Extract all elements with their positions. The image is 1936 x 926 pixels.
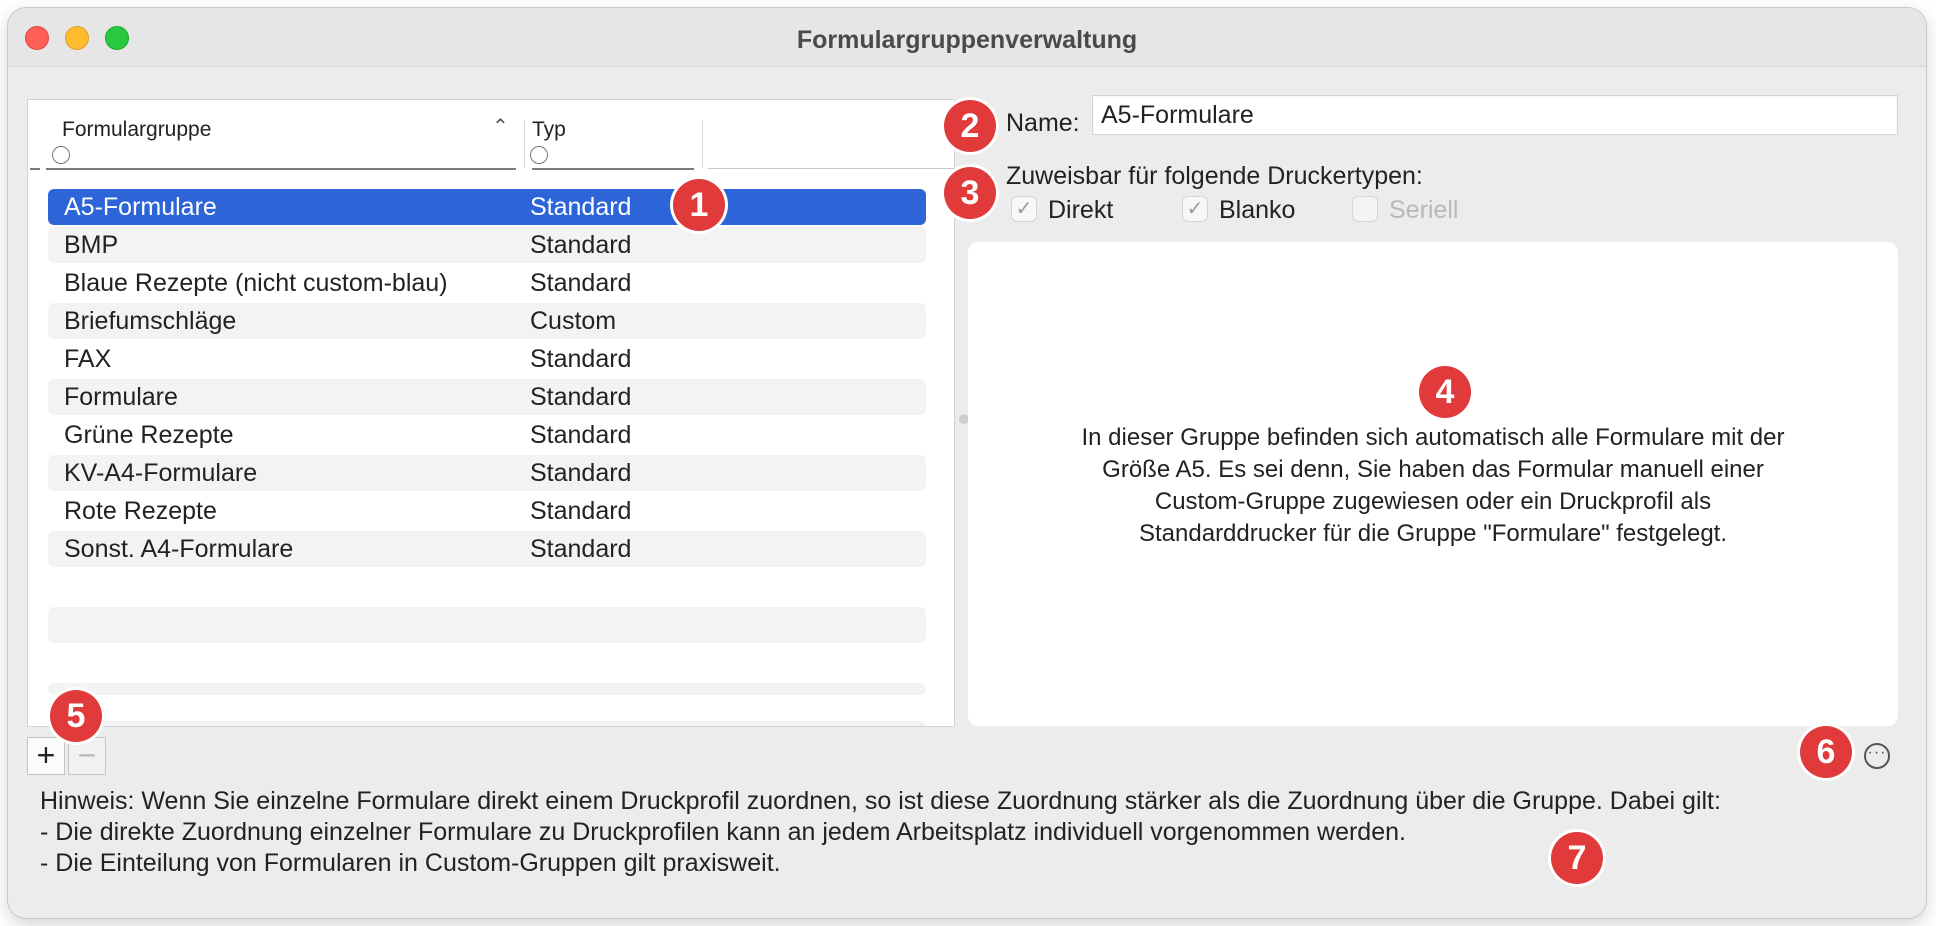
column-underline: [532, 168, 694, 170]
column-header-formulargruppe[interactable]: Formulargruppe ⌃: [46, 100, 516, 168]
column-header-label: Typ: [532, 118, 566, 141]
blanko-checkbox[interactable]: ✓: [1182, 196, 1208, 222]
cell-name: FAX: [64, 345, 112, 373]
cell-name: KV-A4-Formulare: [64, 459, 258, 487]
cell-type: Standard: [530, 345, 632, 373]
seriell-checkbox[interactable]: [1352, 196, 1378, 222]
table-row[interactable]: Grüne Rezepte Standard: [48, 417, 926, 453]
add-button[interactable]: +: [27, 737, 65, 775]
form-group-table: Formulargruppe ⌃ Typ A5-Formulare Standa…: [27, 99, 955, 727]
table-row[interactable]: Formulare Standard: [48, 379, 926, 415]
cell-name: Grüne Rezepte: [64, 421, 234, 449]
direkt-checkbox[interactable]: ✓: [1011, 196, 1037, 222]
cell-type: Standard: [530, 535, 632, 563]
column-underline: [46, 168, 516, 170]
table-row[interactable]: FAX Standard: [48, 341, 926, 377]
cell-name: Sonst. A4-Formulare: [64, 535, 294, 563]
description-line: In dieser Gruppe befinden sich automatis…: [1081, 424, 1785, 451]
callout-badge-5: 5: [50, 690, 102, 742]
description-text: In dieser Gruppe befinden sich automatis…: [1008, 422, 1858, 550]
remove-button[interactable]: −: [68, 737, 106, 775]
cell-type: Standard: [530, 383, 632, 411]
description-panel: In dieser Gruppe befinden sich automatis…: [968, 242, 1898, 726]
titlebar: Formulargruppenverwaltung: [8, 8, 1926, 67]
name-label: Name:: [1006, 109, 1080, 137]
table-row[interactable]: Briefumschläge Custom: [48, 303, 926, 339]
cell-type: Standard: [530, 421, 632, 449]
callout-badge-2: 2: [944, 100, 996, 152]
cell-type: Standard: [530, 193, 632, 221]
column-underline: [30, 168, 40, 170]
callout-badge-3: 3: [944, 167, 996, 219]
cell-name: BMP: [64, 231, 119, 259]
column-underline: [708, 168, 954, 169]
cell-type: Standard: [530, 497, 632, 525]
column-header-label: Formulargruppe: [62, 118, 212, 141]
checkmark-icon: ✓: [1015, 198, 1033, 220]
table-row-empty: [48, 607, 926, 643]
description-line: Standarddrucker für die Gruppe "Formular…: [1139, 520, 1727, 547]
description-line: Custom-Gruppe zugewiesen oder ein Druckp…: [1154, 488, 1712, 515]
printer-types-label: Zuweisbar für folgende Druckertypen:: [1006, 162, 1423, 190]
direkt-checkbox-label: Direkt: [1048, 196, 1114, 224]
chevron-up-icon: ⌃: [492, 116, 509, 138]
filter-circle-icon[interactable]: [52, 146, 70, 164]
seriell-checkbox-label: Seriell: [1389, 196, 1459, 224]
checkmark-icon: ✓: [1186, 198, 1204, 220]
table-row[interactable]: A5-Formulare Standard: [48, 189, 926, 225]
cell-type: Standard: [530, 269, 632, 297]
cell-type: Standard: [530, 231, 632, 259]
callout-badge-6: 6: [1800, 726, 1852, 778]
table-row[interactable]: Rote Rezepte Standard: [48, 493, 926, 529]
table-row-empty: [48, 683, 926, 695]
cell-type: Custom: [530, 307, 617, 335]
blanko-checkbox-label: Blanko: [1219, 196, 1296, 224]
cell-name: Briefumschläge: [64, 307, 237, 335]
cell-name: Blaue Rezepte (nicht custom-blau): [64, 269, 448, 297]
callout-badge-4: 4: [1419, 366, 1471, 418]
hint-note: Hinweis: Wenn Sie einzelne Formulare dir…: [40, 786, 1721, 879]
ellipsis-circle-icon[interactable]: ···: [1864, 743, 1890, 769]
table-row-empty: [48, 721, 926, 726]
table-row[interactable]: BMP Standard: [48, 227, 926, 263]
window-title: Formulargruppenverwaltung: [796, 26, 1138, 54]
cell-type: Standard: [530, 459, 632, 487]
table-row[interactable]: KV-A4-Formulare Standard: [48, 455, 926, 491]
column-header-typ[interactable]: Typ: [524, 100, 694, 168]
table-row[interactable]: Sonst. A4-Formulare Standard: [48, 531, 926, 567]
cell-name: A5-Formulare: [64, 193, 217, 221]
hint-line: Hinweis: Wenn Sie einzelne Formulare dir…: [40, 787, 1721, 815]
table-row[interactable]: Blaue Rezepte (nicht custom-blau) Standa…: [48, 265, 926, 301]
hint-line: - Die Einteilung von Formularen in Custo…: [40, 849, 781, 877]
column-header-empty[interactable]: [702, 100, 954, 168]
callout-badge-1: 1: [673, 179, 725, 231]
cell-name: Rote Rezepte: [64, 497, 217, 525]
description-line: Größe A5. Es sei denn, Sie haben das For…: [1102, 456, 1764, 483]
name-input[interactable]: [1092, 95, 1898, 135]
cell-name: Formulare: [64, 383, 178, 411]
hint-line: - Die direkte Zuordnung einzelner Formul…: [40, 818, 1406, 846]
callout-badge-7: 7: [1551, 832, 1603, 884]
filter-circle-icon[interactable]: [530, 146, 548, 164]
